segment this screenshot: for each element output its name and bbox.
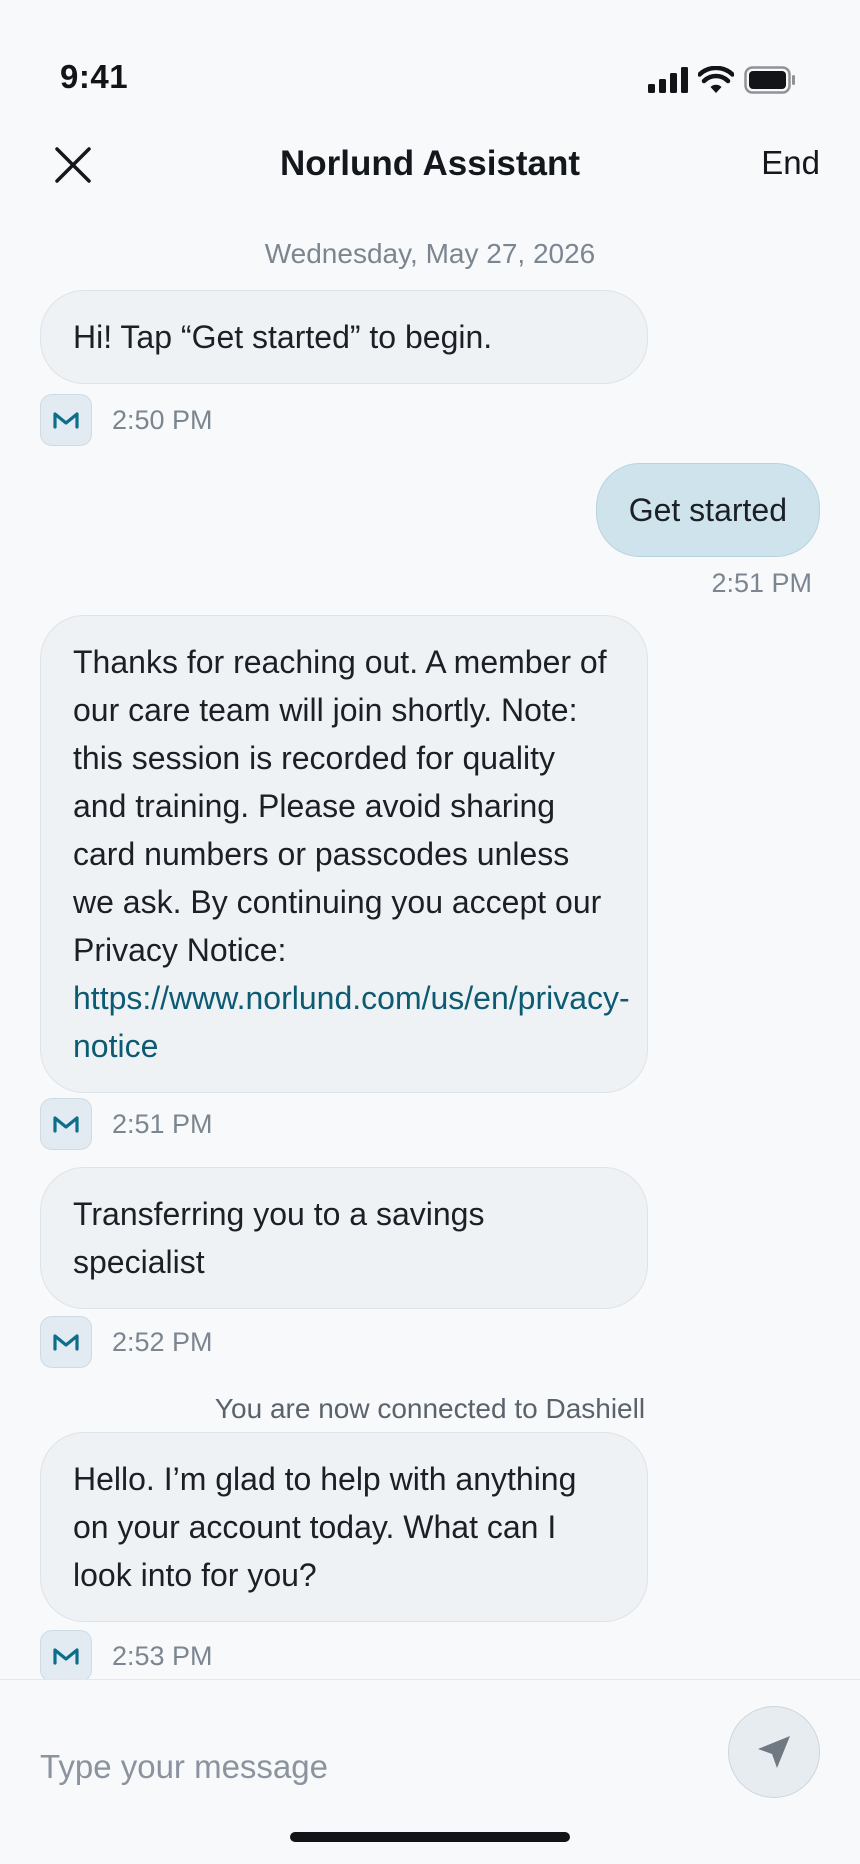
- message-input[interactable]: [40, 1732, 680, 1802]
- message-text: Hello. I’m glad to help with anything on…: [73, 1461, 577, 1593]
- end-chat-button[interactable]: End: [761, 144, 820, 182]
- privacy-notice-link[interactable]: https://www.norlund.com/us/en/privacy-no…: [73, 980, 630, 1064]
- agent-message-bubble: Thanks for reaching out. A member of our…: [40, 615, 648, 1093]
- message-meta: 2:53 PM: [40, 1630, 213, 1680]
- message-timestamp: 2:50 PM: [112, 404, 213, 435]
- system-notice: You are now connected to Dashiell: [214, 1393, 646, 1424]
- send-button[interactable]: [728, 1706, 820, 1798]
- avatar: [40, 1098, 92, 1150]
- message-meta: 2:51 PM: [40, 1098, 213, 1150]
- user-message-bubble: Get started: [595, 463, 820, 557]
- message-composer: [0, 1679, 860, 1864]
- message-timestamp: 2:52 PM: [112, 1326, 213, 1357]
- cellular-signal-icon: [648, 67, 688, 93]
- agent-message-bubble: Hello. I’m glad to help with anything on…: [40, 1432, 648, 1622]
- brand-logo-icon: [53, 1648, 79, 1665]
- send-icon: [758, 1736, 790, 1768]
- message-text: Thanks for reaching out. A member of our…: [73, 644, 607, 968]
- brand-logo-icon: [53, 1334, 79, 1351]
- battery-icon: [744, 66, 795, 94]
- status-time: 9:41: [60, 58, 129, 95]
- wifi-icon: [698, 66, 734, 93]
- page-title: Norlund Assistant: [279, 144, 581, 183]
- status-bar: 9:41: [0, 0, 860, 120]
- avatar: [40, 1316, 92, 1368]
- message-text: Get started: [628, 492, 787, 528]
- message-text: Transferring you to a savings specialist: [73, 1196, 485, 1280]
- message-meta: 2:51 PM: [711, 568, 812, 599]
- message-timestamp: 2:53 PM: [112, 1640, 213, 1671]
- chat-transcript[interactable]: Wednesday, May 27, 2026 Hi! Tap “Get sta…: [0, 210, 860, 1680]
- message-meta: 2:50 PM: [40, 394, 213, 446]
- message-meta: 2:52 PM: [40, 1316, 213, 1368]
- message-text: Hi! Tap “Get started” to begin.: [73, 319, 493, 355]
- home-indicator: [290, 1832, 570, 1842]
- agent-message-bubble: Hi! Tap “Get started” to begin.: [40, 290, 648, 384]
- date-divider: Wednesday, May 27, 2026: [264, 238, 596, 269]
- chat-header: Norlund Assistant End: [0, 120, 860, 210]
- message-timestamp: 2:51 PM: [112, 1108, 213, 1139]
- message-timestamp: 2:51 PM: [711, 568, 812, 598]
- brand-logo-icon: [53, 412, 79, 429]
- brand-logo-icon: [53, 1116, 79, 1133]
- status-icons: [648, 66, 796, 94]
- avatar: [40, 394, 92, 446]
- avatar: [40, 1630, 92, 1680]
- agent-message-bubble: Transferring you to a savings specialist: [40, 1167, 648, 1309]
